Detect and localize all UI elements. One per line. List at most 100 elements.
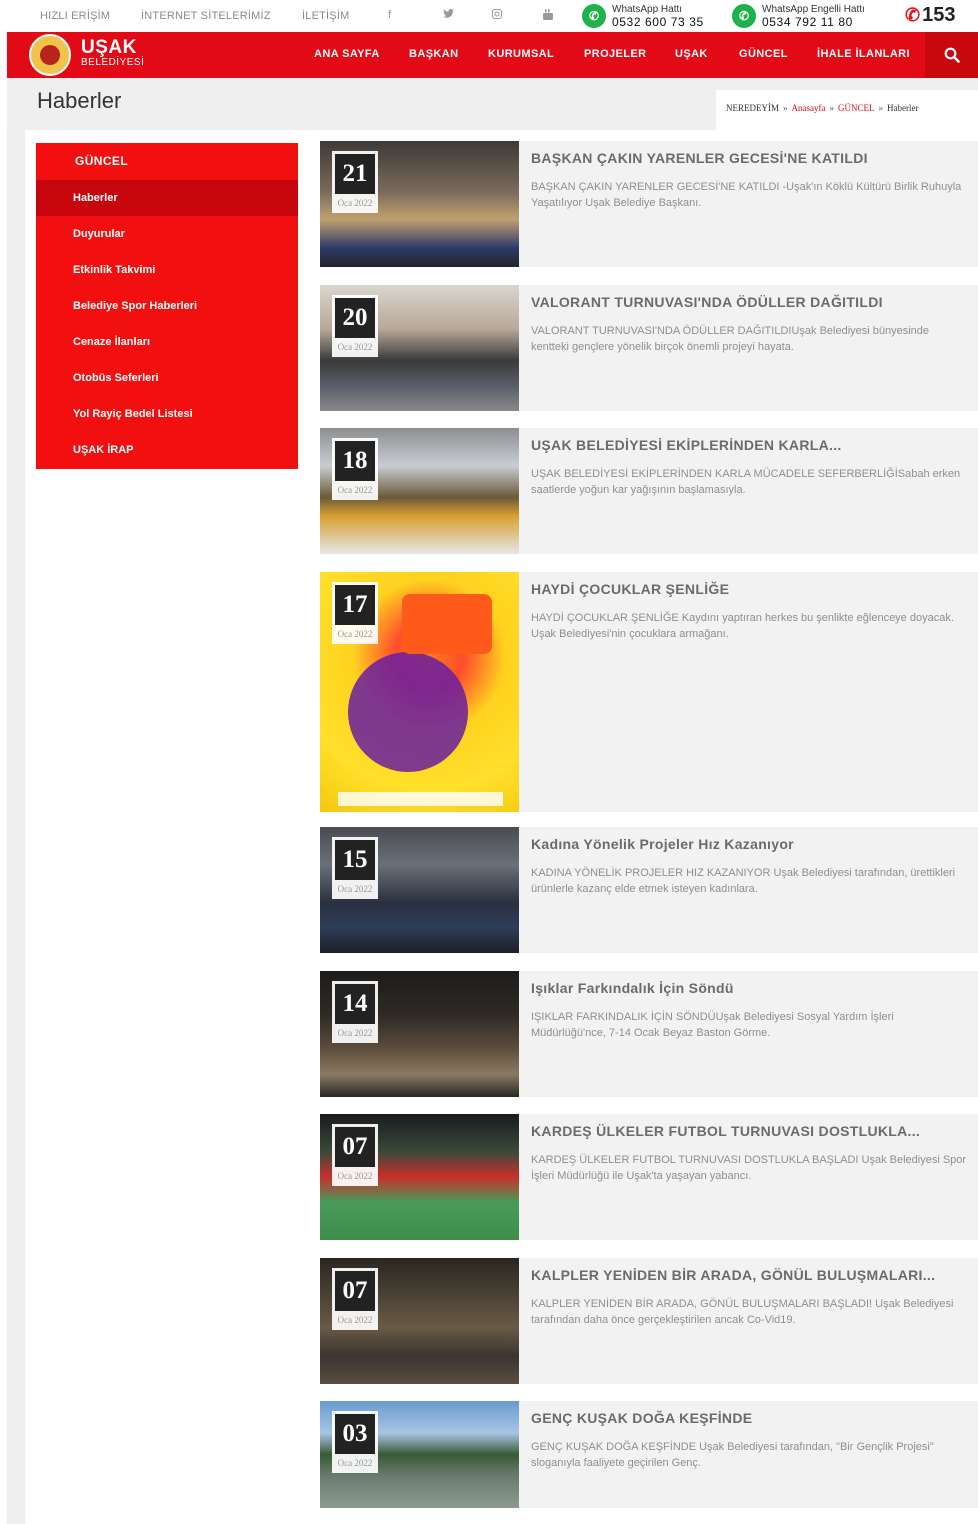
news-title[interactable]: BAŞKAN ÇAKIN YARENLER GECESİ'NE KATILDI [531,150,971,166]
news-title[interactable]: KARDEŞ ÜLKELER FUTBOL TURNUVASI DOSTLUKL… [531,1123,971,1139]
quick-access-link[interactable]: HIZLI ERİŞİM [40,10,110,22]
breadcrumb-label: NEREDEYİM [726,103,779,113]
brand-name: UŞAK [81,37,137,58]
news-item[interactable]: 07 Oca 2022 KALPLER YENİDEN BİR ARADA, G… [320,1258,978,1384]
nav-current[interactable]: GÜNCEL [739,48,788,60]
news-summary: KARDEŞ ÜLKELER FUTBOL TURNUVASI DOSTLUKL… [531,1154,967,1182]
news-summary: HAYDİ ÇOCUKLAR ŞENLİĞE Kaydını yaptıran … [531,612,954,640]
date-badge: 20 Oca 2022 [332,295,378,357]
date-badge: 21 Oca 2022 [332,151,378,213]
news-title[interactable]: VALORANT TURNUVASI'NDA ÖDÜLLER DAĞITILDI [531,294,971,310]
nav-mayor[interactable]: BAŞKAN [409,48,458,60]
date-month: Oca 2022 [337,1171,373,1181]
date-day: 07 [335,1127,375,1167]
contact-link[interactable]: İLETİŞİM [302,10,349,22]
date-badge: 18 Oca 2022 [332,438,378,500]
news-thumbnail[interactable]: 14 Oca 2022 [320,971,519,1097]
chevron-right-icon: » [783,103,788,113]
date-badge: 03 Oca 2022 [332,1411,378,1473]
sidebar-item-road-prices[interactable]: Yol Rayiç Bedel Listesi [36,396,298,432]
date-day: 15 [335,840,375,880]
sidebar-item-events[interactable]: Etkinlik Takvimi [36,252,298,288]
breadcrumb-section[interactable]: GÜNCEL [838,103,875,113]
news-item[interactable]: 14 Oca 2022 Işıklar Farkındalık İçin Sön… [320,971,978,1097]
search-icon [944,47,960,63]
news-thumbnail[interactable]: 03 Oca 2022 [320,1401,519,1508]
date-month: Oca 2022 [337,884,373,894]
date-badge: 07 Oca 2022 [332,1124,378,1186]
whatsapp-line[interactable]: ✆ WhatsApp Hattı 0532 600 73 35 [582,3,704,29]
news-summary: UŞAK BELEDİYESİ EKİPLERİNDEN KARLA MÜCAD… [531,468,961,496]
phone-icon: ✆ [905,5,921,25]
sidebar: GÜNCEL Haberler Duyurular Etkinlik Takvi… [36,143,298,469]
news-thumbnail[interactable]: 15 Oca 2022 [320,827,519,953]
date-day: 21 [335,154,375,194]
date-month: Oca 2022 [337,485,373,495]
our-websites-link[interactable]: İNTERNET SİTELERİMİZ [141,10,271,22]
news-title[interactable]: HAYDİ ÇOCUKLAR ŞENLİĞE [531,581,971,597]
sidebar-item-announcements[interactable]: Duyurular [36,216,298,252]
news-title[interactable]: GENÇ KUŞAK DOĞA KEŞFİNDE [531,1410,971,1426]
sidebar-item-funerals[interactable]: Cenaze İlanları [36,324,298,360]
top-bar: HIZLI ERİŞİM İNTERNET SİTELERİMİZ İLETİŞ… [0,0,978,32]
breadcrumb-current: Haberler [886,103,919,113]
date-month: Oca 2022 [337,342,373,352]
news-item[interactable]: 20 Oca 2022 VALORANT TURNUVASI'NDA ÖDÜLL… [320,285,978,411]
nav-usak[interactable]: UŞAK [675,48,708,60]
hotline[interactable]: ✆ 153 [905,4,955,27]
whatsapp-icon: ✆ [732,4,756,28]
nav-home[interactable]: ANA SAYFA [314,48,380,60]
date-month: Oca 2022 [337,198,373,208]
date-badge: 14 Oca 2022 [332,981,378,1043]
twitter-icon[interactable] [443,9,454,22]
date-month: Oca 2022 [337,629,373,639]
news-summary: BAŞKAN ÇAKIN YARENLER GECESİ'NE KATILDI … [531,181,962,209]
search-button[interactable] [925,32,978,78]
whatsapp-number: 0532 600 73 35 [612,15,704,29]
chevron-right-icon: » [878,103,883,113]
date-day: 20 [335,298,375,338]
date-badge: 17 Oca 2022 [332,582,378,644]
main-nav: UŞAK BELEDİYESİ ANA SAYFA BAŞKAN KURUMSA… [7,32,978,78]
news-item[interactable]: 21 Oca 2022 BAŞKAN ÇAKIN YARENLER GECESİ… [320,141,978,267]
news-summary: IŞIKLAR FARKINDALIK İÇİN SÖNDÜUşak Beled… [531,1011,894,1039]
news-item[interactable]: 18 Oca 2022 UŞAK BELEDİYESİ EKİPLERİNDEN… [320,428,978,554]
sidebar-item-news[interactable]: Haberler [36,180,298,216]
news-thumbnail[interactable]: 07 Oca 2022 [320,1258,519,1384]
whatsapp-disabled-number: 0534 792 11 80 [762,15,853,29]
news-thumbnail[interactable]: 18 Oca 2022 [320,428,519,554]
news-title[interactable]: Kadına Yönelik Projeler Hız Kazanıyor [531,836,971,852]
sidebar-item-irap[interactable]: UŞAK İRAP [36,432,298,468]
news-title[interactable]: UŞAK BELEDİYESİ EKİPLERİNDEN KARLA... [531,437,971,453]
sidebar-item-sports-news[interactable]: Belediye Spor Haberleri [36,288,298,324]
left-gutter [7,130,25,1524]
news-thumbnail[interactable]: 07 Oca 2022 [320,1114,519,1240]
news-item[interactable]: 15 Oca 2022 Kadına Yönelik Projeler Hız … [320,827,978,953]
facebook-icon[interactable]: f [388,9,391,21]
news-item[interactable]: 07 Oca 2022 KARDEŞ ÜLKELER FUTBOL TURNUV… [320,1114,978,1240]
news-summary: GENÇ KUŞAK DOĞA KEŞFİNDE Uşak Belediyesi… [531,1441,934,1469]
news-title[interactable]: KALPLER YENİDEN BİR ARADA, GÖNÜL BULUŞMA… [531,1267,971,1283]
news-item[interactable]: 17 Oca 2022 HAYDİ ÇOCUKLAR ŞENLİĞE HAYDİ… [320,572,978,812]
date-day: 17 [335,585,375,625]
brand[interactable]: UŞAK BELEDİYESİ [81,37,144,69]
date-day: 14 [335,984,375,1024]
nav-tenders[interactable]: İHALE İLANLARI [817,48,910,60]
logo-emblem[interactable] [29,34,71,76]
instagram-icon[interactable] [492,9,502,22]
sidebar-item-bus-schedule[interactable]: Otobüs Seferleri [36,360,298,396]
whatsapp-icon: ✆ [582,4,606,28]
news-summary: KADINA YÖNELİK PROJELER HIZ KAZANIYOR Uş… [531,867,956,895]
nav-corporate[interactable]: KURUMSAL [488,48,554,60]
date-month: Oca 2022 [337,1458,373,1468]
page-title: Haberler [37,88,122,113]
news-title[interactable]: Işıklar Farkındalık İçin Söndü [531,980,971,996]
nav-projects[interactable]: PROJELER [584,48,647,60]
news-item[interactable]: 03 Oca 2022 GENÇ KUŞAK DOĞA KEŞFİNDE GEN… [320,1401,978,1508]
news-thumbnail[interactable]: 21 Oca 2022 [320,141,519,267]
whatsapp-disabled-line[interactable]: ✆ WhatsApp Engelli Hattı 0534 792 11 80 [732,3,865,29]
youtube-icon[interactable] [543,9,553,23]
news-thumbnail[interactable]: 17 Oca 2022 [320,572,519,812]
breadcrumb-home[interactable]: Anasayfa [792,103,826,113]
news-thumbnail[interactable]: 20 Oca 2022 [320,285,519,411]
